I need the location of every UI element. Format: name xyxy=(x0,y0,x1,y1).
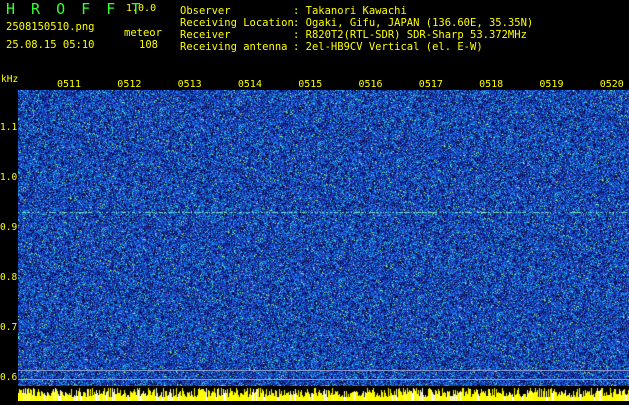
x-tick-label: 0520 xyxy=(599,79,624,90)
info-antenna-value: : 2el-HB9CV Vertical (el. E-W) xyxy=(293,41,483,53)
y-tick-label: 0.6 xyxy=(0,372,18,383)
x-tick-label: 0519 xyxy=(539,79,564,90)
app-title: H R O F F T xyxy=(6,0,144,18)
unit-label: kHz xyxy=(1,74,19,85)
y-tick-label: 0.9 xyxy=(0,222,18,233)
info-antenna-label: Receiving antenna xyxy=(180,41,288,53)
y-tick-label: 1.0 xyxy=(0,172,18,183)
mode-label: meteor xyxy=(124,27,162,39)
x-tick-label: 0514 xyxy=(237,79,262,90)
info-observer-value: : Takanori Kawachi xyxy=(293,5,407,17)
info-receiver-value: : R820T2(RTL-SDR) SDR-Sharp 53.372MHz xyxy=(293,29,527,41)
info-receiver-label: Receiver xyxy=(180,29,231,41)
datetime-label: 25.08.15 05:10 xyxy=(6,39,95,51)
y-tick-label: 0.7 xyxy=(0,322,18,333)
baseline-line-bottom xyxy=(18,379,629,380)
x-tick-label: 0515 xyxy=(298,79,323,90)
spectrogram-plot xyxy=(18,90,629,386)
x-tick-label: 0511 xyxy=(57,79,82,90)
y-tick-label: 0.8 xyxy=(0,272,18,283)
baseline-line-top xyxy=(18,370,629,371)
meteor-count: 108 xyxy=(139,39,158,51)
x-tick-label: 0513 xyxy=(177,79,202,90)
filename-label: 2508150510.png xyxy=(6,21,95,33)
x-tick-label: 0518 xyxy=(479,79,504,90)
version-label: 1.0.0 xyxy=(126,3,157,14)
info-observer-label: Observer xyxy=(180,5,231,17)
signal-level-bar xyxy=(18,386,629,401)
x-tick-label: 0516 xyxy=(358,79,383,90)
info-location-label: Receiving Location xyxy=(180,17,294,29)
info-location-value: : Ogaki, Gifu, JAPAN (136.60E, 35.35N) xyxy=(293,17,534,29)
x-tick-label: 0517 xyxy=(418,79,443,90)
y-tick-label: 1.1 xyxy=(0,122,18,133)
x-tick-label: 0512 xyxy=(117,79,142,90)
